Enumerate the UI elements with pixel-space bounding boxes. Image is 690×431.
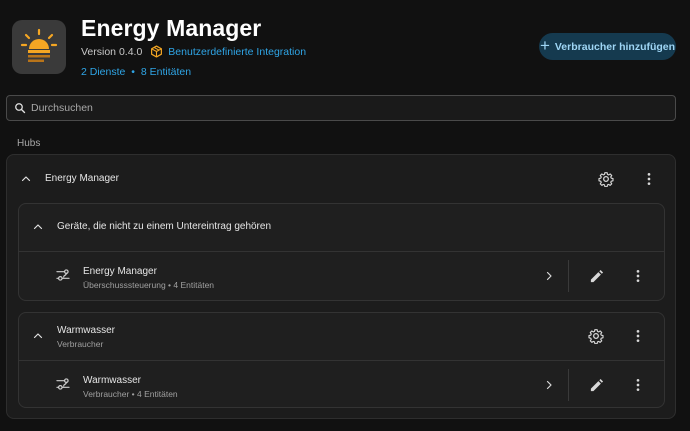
group-subtitle: Verbraucher — [57, 339, 104, 349]
entry-row-energy-manager[interactable]: Energy Manager Überschusssteuerung • 4 E… — [19, 252, 664, 300]
integration-links: 2 Dienste • 8 Entitäten — [81, 66, 191, 78]
version-row: Version 0.4.0 Benutzerdefinierte Integra… — [81, 45, 306, 58]
chevron-up-icon[interactable] — [32, 330, 44, 342]
integration-entry-icon — [55, 267, 71, 288]
search-bar[interactable] — [6, 95, 676, 121]
integration-entry-icon — [55, 376, 71, 397]
group-overflow-menu-icon[interactable] — [626, 324, 650, 348]
hub-overflow-menu-icon[interactable] — [637, 167, 661, 191]
group-title: Geräte, die nicht zu einem Untereintrag … — [57, 221, 272, 232]
chevron-up-icon[interactable] — [32, 221, 44, 233]
entry-overflow-menu-icon[interactable] — [626, 373, 650, 397]
group-settings-gear-icon[interactable] — [584, 324, 608, 348]
hub-title: Energy Manager — [45, 173, 119, 184]
entry-description: Verbraucher • 4 Entitäten — [83, 389, 178, 399]
hub-card: Energy Manager Geräte, die nicht zu eine… — [6, 154, 676, 419]
add-consumer-button[interactable]: + Verbraucher hinzufügen — [539, 33, 676, 60]
services-link[interactable]: 2 Dienste — [81, 66, 125, 78]
custom-integration-link[interactable]: Benutzerdefinierte Integration — [168, 46, 306, 58]
chevron-up-icon[interactable] — [20, 173, 32, 185]
entry-description: Überschusssteuerung • 4 Entitäten — [83, 280, 215, 290]
plus-icon: + — [539, 36, 550, 55]
section-label-hubs: Hubs — [17, 138, 41, 149]
entities-link[interactable]: 8 Entitäten — [141, 66, 191, 78]
version-text: Version 0.4.0 — [81, 45, 143, 58]
vertical-divider — [568, 260, 569, 292]
entry-name: Energy Manager — [83, 266, 157, 277]
solar-panel-icon — [20, 28, 58, 62]
vertical-divider — [568, 369, 569, 401]
hub-settings-gear-icon[interactable] — [594, 167, 618, 191]
integration-logo — [12, 20, 66, 74]
entry-overflow-menu-icon[interactable] — [626, 264, 650, 288]
page-title: Energy Manager — [81, 15, 262, 41]
edit-pencil-icon[interactable] — [584, 373, 608, 397]
entry-row-warmwasser[interactable]: Warmwasser Verbraucher • 4 Entitäten — [19, 361, 664, 407]
hub-header[interactable]: Energy Manager — [7, 155, 675, 203]
search-input[interactable] — [31, 102, 631, 114]
search-icon — [15, 103, 26, 114]
add-consumer-label: Verbraucher hinzufügen — [554, 40, 676, 53]
chevron-right-icon[interactable] — [537, 264, 561, 288]
links-separator: • — [131, 66, 135, 78]
entry-name: Warmwasser — [83, 375, 141, 386]
package-icon — [150, 45, 163, 58]
group-card-unassigned: Geräte, die nicht zu einem Untereintrag … — [18, 203, 665, 301]
chevron-right-icon[interactable] — [537, 373, 561, 397]
edit-pencil-icon[interactable] — [584, 264, 608, 288]
group-card-warmwasser: Warmwasser Verbraucher Warmwasser Verbra… — [18, 312, 665, 408]
group-title: Warmwasser — [57, 325, 115, 336]
